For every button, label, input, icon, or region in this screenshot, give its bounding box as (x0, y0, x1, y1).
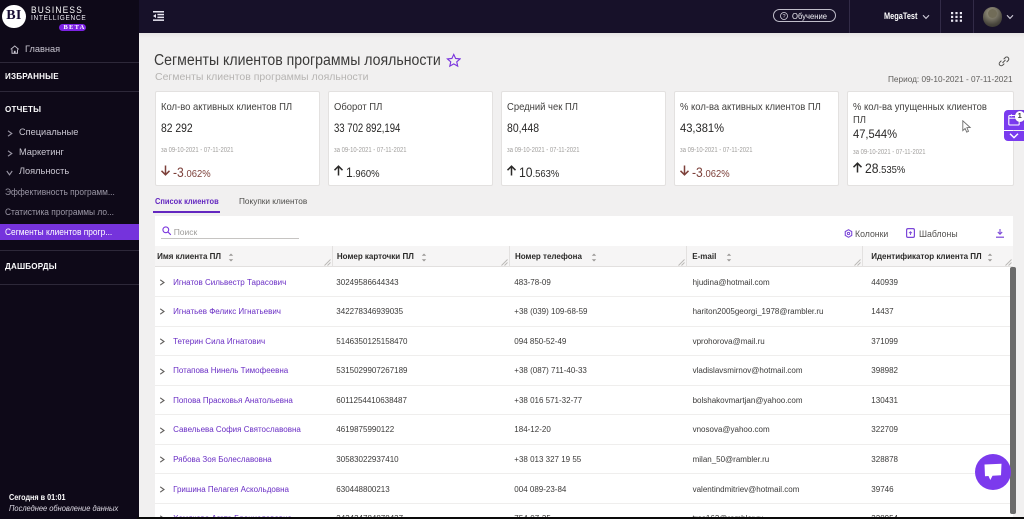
svg-text:?: ? (782, 14, 785, 20)
